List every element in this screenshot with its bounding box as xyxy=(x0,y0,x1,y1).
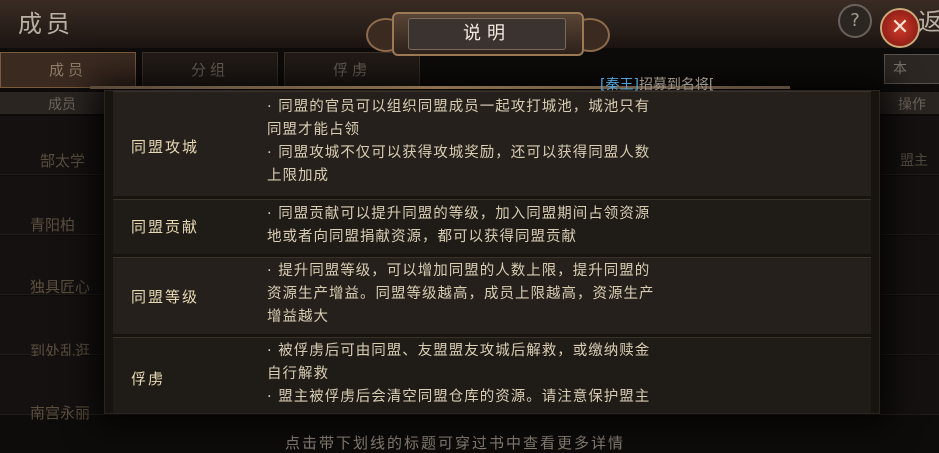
dialog-title-banner: 说明 xyxy=(366,12,610,56)
rule-row-attack: 同盟攻城 · 同盟的官员可以组织同盟成员一起攻打城池，城池只有 同盟才能占领 ·… xyxy=(113,91,871,196)
member-name: 独具匠心 xyxy=(30,278,91,296)
close-button[interactable]: ✕ xyxy=(880,8,920,48)
rule-title: 同盟等级 xyxy=(131,288,200,306)
member-name: 南宫永丽 xyxy=(30,404,91,422)
rule-row-captive: 俘虏 · 被俘虏后可由同盟、友盟盟友攻城后解救，或缴纳赎金 自行解救 · 盟主被… xyxy=(113,337,871,413)
rule-title: 俘虏 xyxy=(131,370,166,388)
window-title: 成员 xyxy=(18,10,74,38)
tab-groups[interactable]: 分组 xyxy=(142,52,278,88)
tab-captives[interactable]: 俘虏 xyxy=(284,52,420,88)
tab-members[interactable]: 成员 xyxy=(0,52,136,88)
back-label[interactable]: 返 xyxy=(918,2,939,37)
tab-bar: 成员 分组 俘虏 xyxy=(0,52,939,88)
recruit-tag: [秦王] xyxy=(600,77,639,93)
dialog-title: 说明 xyxy=(408,18,566,50)
rule-description: · 提升同盟等级，可以增加同盟的人数上限，提升同盟的 资源生产增益。同盟等级越高… xyxy=(267,263,655,325)
rule-description: · 同盟贡献可以提升同盟的等级，加入同盟期间占领资源 地或者向同盟捐献资源，都可… xyxy=(267,206,651,245)
rule-description: · 同盟的官员可以组织同盟成员一起攻打城池，城池只有 同盟才能占领 · 同盟攻城… xyxy=(267,99,651,184)
rule-title: 同盟攻城 xyxy=(131,138,200,156)
recruit-text: 招募到名将[ xyxy=(638,77,715,93)
bottom-hint: 点击带下划线的标题可穿过书中查看更多详情 xyxy=(285,434,626,452)
col-members: 成员 xyxy=(48,97,76,113)
col-actions: 操作 xyxy=(898,97,926,113)
rule-row-contribution: 同盟贡献 · 同盟贡献可以提升同盟的等级，加入同盟期间占领资源 地或者向同盟捐献… xyxy=(113,199,871,254)
rule-row-level: 同盟等级 · 提升同盟等级，可以增加同盟的人数上限，提升同盟的 资源生产增益。同… xyxy=(113,257,871,334)
recruit-message: [秦王]招募到名将[ xyxy=(600,74,714,94)
member-name: 青阳柏 xyxy=(30,216,76,234)
rule-description: · 被俘虏后可由同盟、友盟盟友攻城后解救，或缴纳赎金 自行解救 · 盟主被俘虏后… xyxy=(267,343,651,405)
rule-title: 同盟贡献 xyxy=(131,218,200,236)
top-right-button[interactable]: 本 xyxy=(884,54,939,84)
member-name: 郜太学 xyxy=(40,152,86,170)
member-role: 盟主 xyxy=(900,153,928,169)
help-button[interactable]: ? xyxy=(838,4,872,38)
info-dialog: 同盟攻城 · 同盟的官员可以组织同盟成员一起攻打城池，城池只有 同盟才能占领 ·… xyxy=(104,90,880,414)
